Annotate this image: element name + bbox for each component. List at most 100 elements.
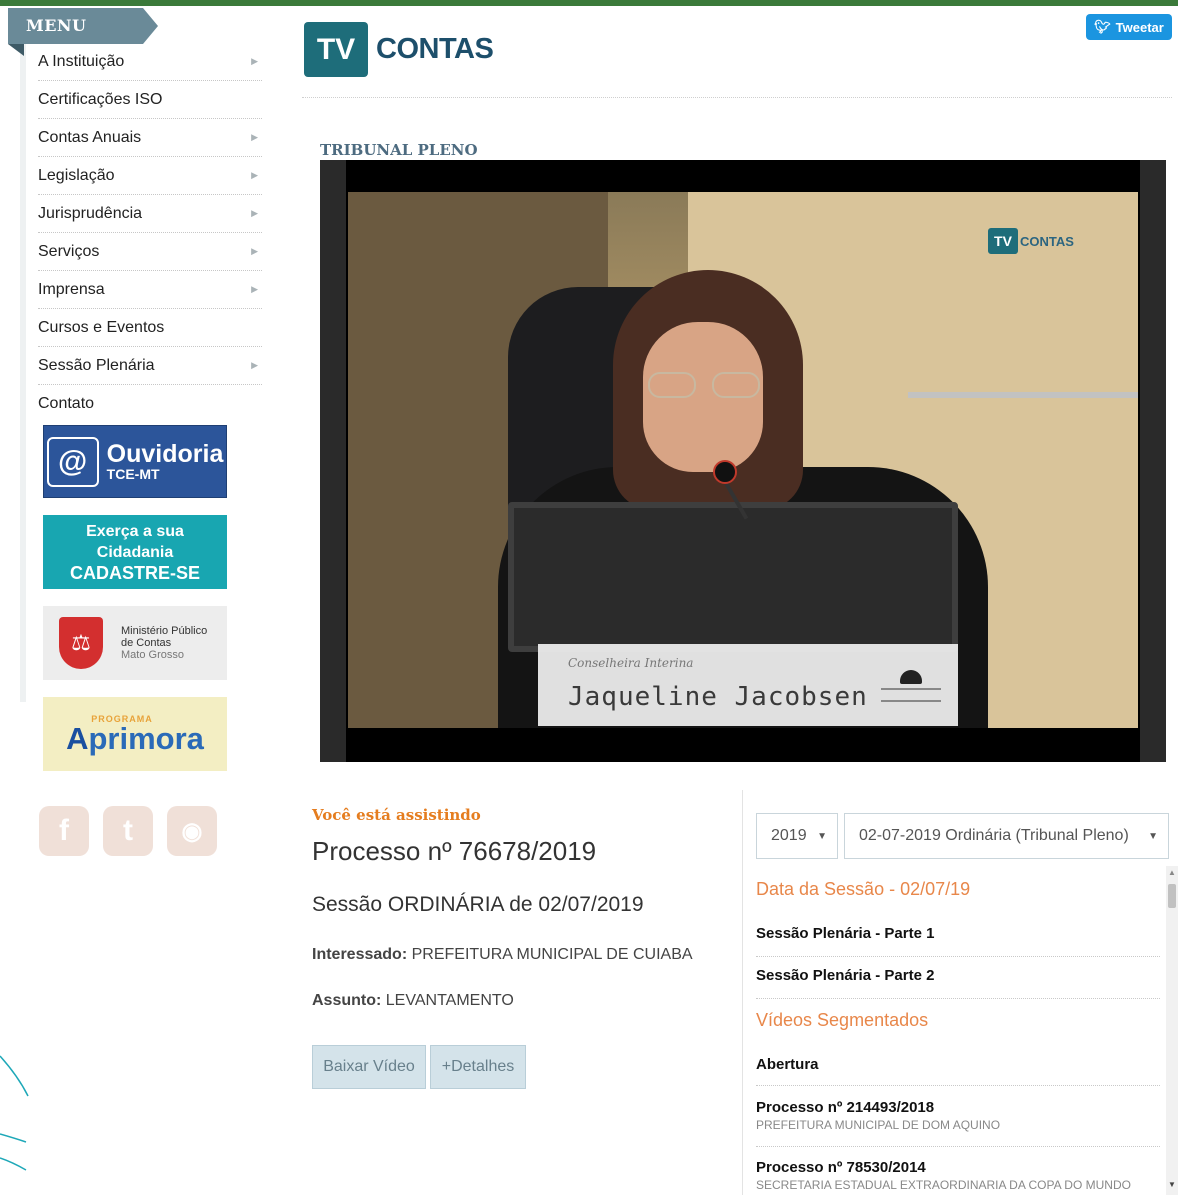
facebook-icon[interactable]: f (39, 806, 89, 856)
details-button[interactable]: +Detalhes (430, 1045, 526, 1089)
player-pillar-right (1140, 160, 1166, 762)
menu-item-label: Contas Anuais (38, 128, 142, 146)
process-title: Processo nº 76678/2019 (312, 836, 597, 866)
menu-item-label: Cursos e Eventos (38, 318, 165, 336)
segment-item[interactable]: Processo nº 214493/2018 PREFEITURA MUNICI… (756, 1099, 1160, 1147)
session-title: Sessão ORDINÁRIA de 02/07/2019 (312, 893, 644, 916)
watermark-tv: TV (988, 228, 1018, 254)
microphone-icon (713, 460, 737, 484)
lower-third: Conselheira Interina Jaqueline Jacobsen (538, 644, 958, 726)
chevron-right-icon: ▶ (251, 284, 258, 294)
scales-shield-icon: ⚖ (59, 617, 103, 669)
menu-item-label: Legislação (38, 166, 115, 184)
cidadania-line3: CADASTRE-SE (69, 562, 200, 583)
at-sign-icon: @ (46, 436, 99, 487)
session-date-heading: Data da Sessão - 02/07/19 (756, 879, 971, 899)
main-menu: A Instituição ▶ Certificações ISO Contas … (38, 43, 262, 423)
aprimora-logo-text: Aprimora (66, 721, 204, 756)
now-watching-label: Você está assistindo (312, 806, 481, 824)
chevron-right-icon: ▶ (251, 360, 258, 370)
menu-item-label: Certificações ISO (38, 90, 163, 108)
scroll-down-arrow-icon[interactable]: ▼ (1168, 1180, 1176, 1189)
logo-tv-mark: TV (304, 22, 368, 77)
session-part-title: Sessão Plenária - Parte 1 (756, 925, 935, 942)
chevron-right-icon: ▶ (251, 208, 258, 218)
menu-item-certificacoes[interactable]: Certificações ISO (38, 81, 262, 119)
channel-watermark: TV CONTAS (988, 228, 1074, 254)
rss-icon[interactable]: ◉ (167, 806, 217, 856)
interessado-field: Interessado: PREFEITURA MUNICIPAL DE CUI… (312, 946, 693, 964)
section-label: TRIBUNAL PLENO (320, 141, 478, 159)
menu-item-servicos[interactable]: Serviços ▶ (38, 233, 262, 271)
segmented-videos-heading: Vídeos Segmentados (756, 1010, 929, 1030)
decorative-swoosh (0, 1055, 29, 1171)
aprimora-letter-a: A (66, 721, 89, 756)
segment-title: Abertura (756, 1056, 819, 1073)
lower-third-name: Jaqueline Jacobsen (568, 682, 868, 712)
menu-item-label: Serviços (38, 242, 100, 260)
video-player[interactable]: TV CONTAS Conselheira Interina Jaqueline… (320, 160, 1166, 762)
tweet-button[interactable]: 🐦︎ Tweetar (1086, 14, 1172, 40)
menu-item-sessao-plenaria[interactable]: Sessão Plenária ▶ (38, 347, 262, 385)
chevron-down-icon: ▼ (817, 830, 827, 842)
video-scene-glasses (648, 372, 760, 398)
chevron-right-icon: ▶ (251, 132, 258, 142)
chevron-right-icon: ▶ (251, 170, 258, 180)
cidadania-line1: Exerça a sua (86, 522, 184, 540)
scroll-thumb[interactable] (1168, 884, 1176, 908)
menu-item-label: Imprensa (38, 280, 105, 298)
menu-item-jurisprudencia[interactable]: Jurisprudência ▶ (38, 195, 262, 233)
menu-item-imprensa[interactable]: Imprensa ▶ (38, 271, 262, 309)
year-select[interactable]: 2019 ▼ (756, 813, 838, 859)
chevron-right-icon: ▶ (251, 246, 258, 256)
menu-item-instituicao[interactable]: A Instituição ▶ (38, 43, 262, 81)
ouvidoria-banner[interactable]: @ Ouvidoria TCE-MT (43, 425, 227, 498)
menu-item-label: A Instituição (38, 52, 125, 70)
menu-item-label: Contato (38, 395, 95, 412)
menu-item-label: Jurisprudência (38, 204, 143, 222)
assunto-label: Assunto: (312, 992, 382, 1009)
menu-item-contato[interactable]: Contato (38, 385, 262, 423)
assunto-field: Assunto: LEVANTAMENTO (312, 992, 514, 1010)
session-part-title: Sessão Plenária - Parte 2 (756, 967, 935, 984)
lower-third-role: Conselheira Interina (568, 656, 694, 670)
segment-subtitle: PREFEITURA MUNICIPAL DE DOM AQUINO (756, 1118, 1001, 1132)
session-part-item[interactable]: Sessão Plenária - Parte 2 (756, 967, 1160, 999)
segment-title: Processo nº 78530/2014 (756, 1159, 926, 1176)
column-divider (742, 790, 743, 1195)
interessado-value: PREFEITURA MUNICIPAL DE CUIABA (411, 946, 693, 963)
menu-rail (20, 42, 26, 702)
segment-list-scrollbar[interactable]: ▲ ▼ (1166, 866, 1178, 1195)
video-scene-monitor (508, 502, 958, 652)
interessado-label: Interessado: (312, 946, 408, 963)
aprimora-word-rest: primora (88, 721, 204, 756)
download-video-button[interactable]: Baixar Vídeo (312, 1045, 426, 1089)
segment-subtitle: SECRETARIA ESTADUAL EXTRAORDINARIA DA CO… (756, 1178, 1131, 1192)
ministerio-publico-banner[interactable]: ⚖ Ministério Público de Contas Mato Gros… (43, 606, 227, 680)
menu-item-legislacao[interactable]: Legislação ▶ (38, 157, 262, 195)
mpc-line1: Ministério Público (121, 625, 208, 637)
session-select[interactable]: 02-07-2019 Ordinária (Tribunal Pleno) ▼ (844, 813, 1169, 859)
menu-item-cursos[interactable]: Cursos e Eventos (38, 309, 262, 347)
ouvidoria-title: Ouvidoria (106, 440, 224, 468)
segment-item[interactable]: Processo nº 78530/2014 SECRETARIA ESTADUA… (756, 1159, 1160, 1195)
chevron-right-icon: ▶ (251, 56, 258, 66)
video-frame: TV CONTAS Conselheira Interina Jaqueline… (348, 192, 1138, 728)
cidadania-banner[interactable]: Exerça a sua Cidadania CADASTRE-SE (43, 515, 227, 589)
session-select-value: 02-07-2019 Ordinária (Tribunal Pleno) (859, 827, 1129, 844)
assunto-value: LEVANTAMENTO (385, 992, 514, 1009)
year-select-value: 2019 (771, 827, 807, 844)
session-part-item[interactable]: Sessão Plenária - Parte 1 (756, 925, 1160, 957)
cidadania-line2: Cidadania (96, 543, 174, 561)
mpc-line2: de Contas (121, 637, 172, 649)
tv-contas-logo[interactable]: TV CONTAS (304, 22, 494, 77)
video-scene-rail (908, 392, 1138, 398)
player-pillar-left (320, 160, 346, 762)
aprimora-banner[interactable]: PROGRAMA Aprimora (43, 697, 227, 771)
menu-title: MENU (26, 16, 87, 35)
twitter-icon[interactable]: t (103, 806, 153, 856)
chevron-down-icon: ▼ (1148, 830, 1158, 842)
menu-item-contas-anuais[interactable]: Contas Anuais ▶ (38, 119, 262, 157)
scroll-up-arrow-icon[interactable]: ▲ (1168, 868, 1176, 877)
segment-item[interactable]: Abertura (756, 1056, 1160, 1086)
